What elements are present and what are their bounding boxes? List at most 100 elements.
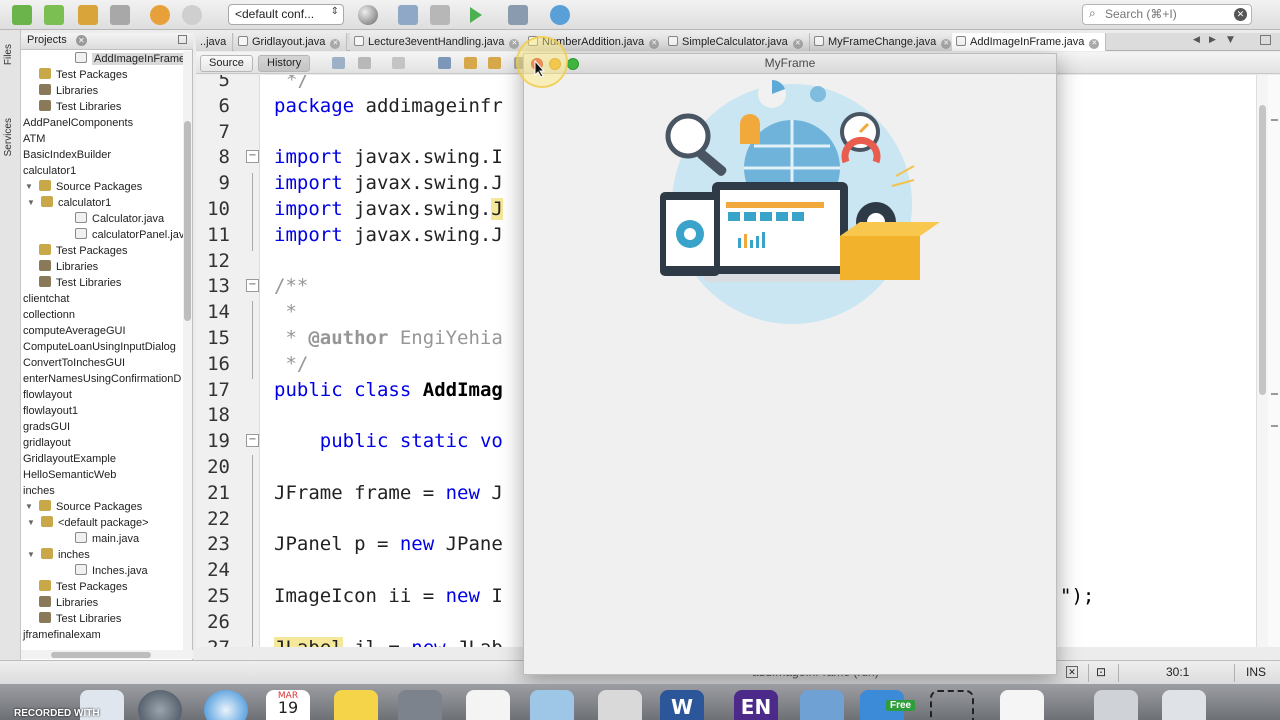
tree-item[interactable]: Test Packages [21, 579, 183, 595]
tree-item[interactable]: ▼ Source Packages [21, 499, 183, 515]
close-tab-icon[interactable]: ✕ [509, 39, 520, 49]
tab-scroll-right-icon[interactable]: ▶ [1206, 35, 1219, 47]
find-previous-icon[interactable] [464, 57, 477, 69]
calendar-icon[interactable]: MAR 19 [266, 690, 310, 720]
reminders-icon[interactable] [466, 690, 510, 720]
stripe-mark[interactable] [1271, 425, 1278, 427]
tree-item[interactable]: BasicIndexBuilder [21, 147, 183, 163]
undo-icon[interactable] [150, 5, 170, 25]
forward-icon[interactable] [392, 57, 405, 69]
history-button[interactable]: History [258, 55, 311, 72]
editor-tab[interactable]: AddImageInFrame.java ✕ [952, 33, 1107, 51]
close-tab-icon[interactable]: ✕ [1089, 39, 1100, 49]
tree-item[interactable]: HelloSemanticWeb [21, 467, 183, 483]
tab-scroll-left-icon[interactable]: ◀ [1190, 35, 1203, 47]
clear-search-icon[interactable]: ✕ [1234, 8, 1247, 21]
cancel-task-icon[interactable]: ✕ [1066, 666, 1078, 678]
back-icon[interactable] [358, 57, 371, 69]
editor-tab[interactable]: MyFrameChange.java ✕ [810, 33, 959, 51]
fold-toggle-icon[interactable]: − [246, 279, 259, 293]
redo-icon[interactable] [182, 5, 202, 25]
tree-item[interactable]: enterNamesUsingConfirmationD [21, 371, 183, 387]
expand-toggle-icon[interactable]: ▼ [25, 499, 33, 515]
trash-icon[interactable] [1162, 690, 1206, 720]
source-button[interactable]: Source [200, 55, 253, 72]
tree-item[interactable]: clientchat [21, 291, 183, 307]
tree-item[interactable]: Test Libraries [21, 99, 183, 115]
debug-icon[interactable] [508, 5, 528, 25]
tree-item[interactable]: gridlayout [21, 435, 183, 451]
configuration-select[interactable]: <default conf... ⇕ [228, 4, 344, 25]
projects-horizontal-scrollbar[interactable] [21, 650, 193, 659]
tree-item[interactable]: computeAverageGUI [21, 323, 183, 339]
notes-icon[interactable] [334, 690, 378, 720]
tree-item[interactable]: flowlayout [21, 387, 183, 403]
expand-toggle-icon[interactable]: ▼ [27, 515, 35, 531]
tree-item[interactable]: Calculator.java [21, 211, 183, 227]
scrollbar-thumb[interactable] [184, 121, 191, 321]
fold-toggle-icon[interactable]: − [246, 150, 259, 164]
tree-item[interactable]: Test Packages [21, 243, 183, 259]
preview-icon[interactable] [800, 690, 844, 720]
new-project-icon[interactable] [44, 5, 64, 25]
tree-item[interactable]: jframefinalexam [21, 627, 183, 643]
tree-item[interactable]: GridlayoutExample [21, 451, 183, 467]
tree-item[interactable]: flowlayout1 [21, 403, 183, 419]
tree-item[interactable]: calculator1 [21, 163, 183, 179]
tree-item[interactable]: ▼ Source Packages [21, 179, 183, 195]
onenote-en-icon[interactable]: EN [734, 690, 778, 720]
fold-toggle-icon[interactable]: − [246, 434, 259, 448]
scrollbar-thumb[interactable] [1259, 105, 1266, 395]
tree-item[interactable]: main.java [21, 531, 183, 547]
tree-item[interactable]: ▼ calculator1 [21, 195, 183, 211]
expand-toggle-icon[interactable]: ▼ [25, 179, 33, 195]
tree-item[interactable]: ▼ <default package> [21, 515, 183, 531]
target-icon[interactable] [358, 5, 378, 25]
tree-item[interactable]: ▼ inches [21, 547, 183, 563]
editor-vertical-scrollbar[interactable] [1256, 75, 1268, 647]
find-next-icon[interactable] [488, 57, 501, 69]
system-preferences-icon[interactable] [398, 690, 442, 720]
tree-item[interactable]: Test Packages [21, 67, 183, 83]
stripe-mark[interactable] [1271, 393, 1278, 395]
stripe-mark[interactable] [1271, 119, 1278, 121]
downloads-stack-icon[interactable] [1094, 690, 1138, 720]
files-tab[interactable]: Files [3, 44, 14, 65]
close-tab-icon[interactable]: ✕ [792, 39, 803, 49]
tree-item[interactable]: Test Libraries [21, 611, 183, 627]
tree-item[interactable]: gradsGUI [21, 419, 183, 435]
tree-item[interactable]: ConvertToInchesGUI [21, 355, 183, 371]
editor-tab[interactable]: SimpleCalculator.java ✕ [664, 33, 810, 51]
tree-item[interactable]: Libraries [21, 83, 183, 99]
maximize-editor-icon[interactable] [1260, 35, 1271, 45]
tree-item[interactable]: collectionn [21, 307, 183, 323]
editor-tab[interactable]: Lecture3eventHandling.java ✕ [350, 33, 527, 51]
find-icon[interactable] [438, 57, 451, 69]
services-tab[interactable]: Services [3, 118, 14, 156]
editor-tab[interactable]: Gridlayout.java ✕ [234, 33, 348, 51]
screenshot-icon[interactable] [930, 690, 974, 720]
profile-icon[interactable] [550, 5, 570, 25]
launchpad-icon[interactable] [138, 690, 182, 720]
new-file-icon[interactable] [12, 5, 32, 25]
safari-icon[interactable] [204, 690, 248, 720]
error-stripe[interactable] [1268, 75, 1280, 647]
expand-toggle-icon[interactable]: ▼ [27, 547, 35, 563]
expand-toggle-icon[interactable]: ▼ [27, 195, 35, 211]
tree-item[interactable]: AddPanelComponents [21, 115, 183, 131]
editor-tab[interactable]: ..java [196, 33, 234, 51]
virtualbox-icon[interactable] [530, 690, 574, 720]
myframe-window[interactable]: MyFrame [523, 53, 1057, 675]
last-edit-icon[interactable] [332, 57, 345, 69]
close-icon[interactable]: ✕ [75, 35, 87, 46]
close-tab-icon[interactable]: ✕ [330, 39, 341, 49]
calculator-icon[interactable] [598, 690, 642, 720]
tree-item[interactable]: Inches.java [21, 563, 183, 579]
projects-vertical-scrollbar[interactable] [183, 51, 192, 651]
close-tab-icon[interactable]: ✕ [649, 39, 660, 49]
notifications-icon[interactable]: ⊡ [1096, 665, 1106, 679]
close-tab-icon[interactable]: ✕ [941, 39, 952, 49]
projects-tab[interactable]: Projects ✕ [21, 33, 193, 50]
tree-item[interactable]: Test Libraries [21, 275, 183, 291]
java-icon[interactable] [1000, 690, 1044, 720]
